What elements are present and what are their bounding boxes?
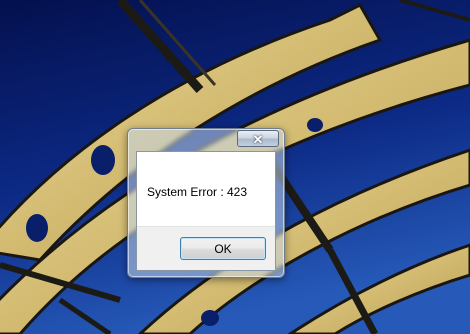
error-message: System Error : 423 [147, 185, 248, 199]
ok-button[interactable]: OK [180, 237, 266, 260]
close-button[interactable]: ✕ [237, 130, 279, 147]
error-dialog: ✕ System Error : 423 OK [127, 128, 285, 278]
button-bar: OK [137, 226, 275, 270]
dialog-content: System Error : 423 OK [136, 151, 276, 271]
dialog-titlebar[interactable]: ✕ [128, 129, 284, 151]
close-icon: ✕ [252, 132, 264, 147]
